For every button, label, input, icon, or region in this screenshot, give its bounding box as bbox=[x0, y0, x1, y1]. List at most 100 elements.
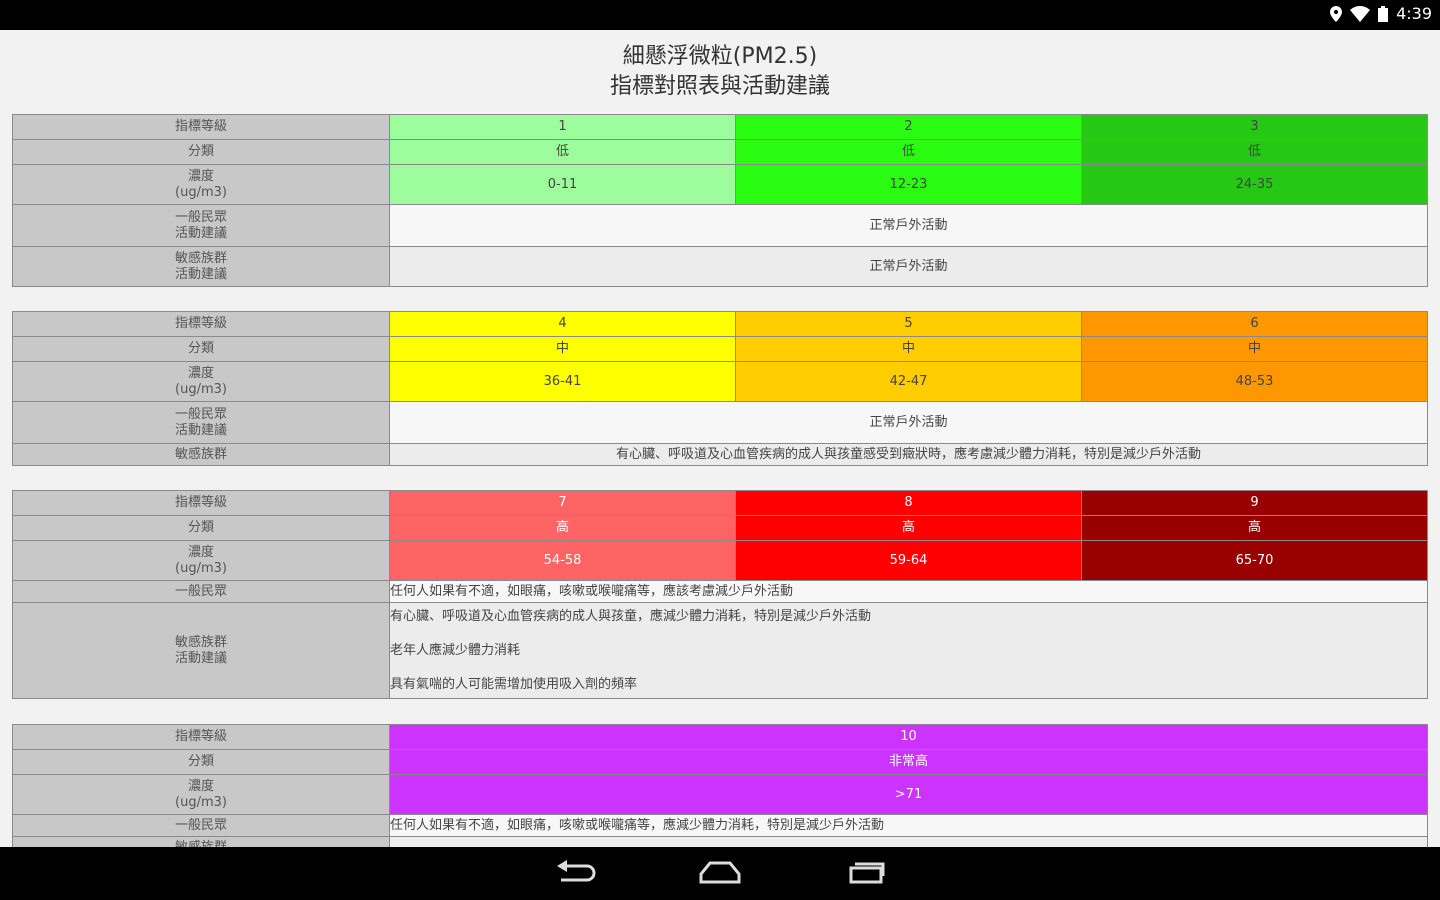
row-label-sensitive: 敏感族群 bbox=[12, 836, 390, 847]
category-cell: 高 bbox=[1081, 515, 1428, 541]
table-row: 一般民眾 活動建議 正常戶外活動 bbox=[12, 204, 1428, 247]
concentration-cell: 59-64 bbox=[735, 540, 1082, 581]
table-row: 指標等級 4 5 6 bbox=[12, 311, 1428, 337]
recents-icon bbox=[845, 860, 887, 888]
title-line-2: 指標對照表與活動建議 bbox=[609, 74, 830, 99]
category-cell: 中 bbox=[735, 336, 1082, 362]
table-row: 一般民眾 任何人如果有不適，如眼痛，咳嗽或喉嚨痛等，應減少體力消耗，特別是減少戶… bbox=[12, 814, 1428, 837]
recents-button[interactable] bbox=[842, 859, 890, 889]
general-advice: 任何人如果有不適，如眼痛，咳嗽或喉嚨痛等，應該考慮減少戶外活動 bbox=[389, 580, 1428, 603]
table-row: 分類 中 中 中 bbox=[12, 336, 1428, 362]
aqi-table-very-high: 指標等級 10 分類 非常高 濃度 (ug/m3) >71 一般民眾 任何人如果有… bbox=[12, 724, 1428, 847]
row-label-sensitive: 敏感族群 bbox=[12, 443, 390, 466]
row-label-level: 指標等級 bbox=[12, 724, 390, 750]
title-line-1: 細懸浮微粒(PM2.5) bbox=[622, 44, 818, 69]
level-cell: 10 bbox=[389, 724, 1428, 750]
row-label-concentration: 濃度 (ug/m3) bbox=[12, 361, 390, 402]
concentration-cell: 12-23 bbox=[735, 164, 1082, 205]
table-row: 敏感族群 bbox=[12, 836, 1428, 847]
home-icon bbox=[698, 860, 742, 888]
level-cell: 5 bbox=[735, 311, 1082, 337]
table-row: 分類 高 高 高 bbox=[12, 515, 1428, 541]
row-label-concentration: 濃度 (ug/m3) bbox=[12, 164, 390, 205]
row-label-concentration: 濃度 (ug/m3) bbox=[12, 774, 390, 815]
battery-icon bbox=[1378, 5, 1389, 22]
aqi-table-low: 指標等級 1 2 3 分類 低 低 低 濃度 (ug/m3) 0-11 12-23… bbox=[12, 114, 1428, 287]
row-label-level: 指標等級 bbox=[12, 490, 390, 516]
aqi-table-high: 指標等級 7 8 9 分類 高 高 高 濃度 (ug/m3) 54-58 59-6… bbox=[12, 490, 1428, 699]
sensitive-advice-line: 老年人應減少體力消耗 bbox=[390, 642, 521, 658]
navigation-bar bbox=[0, 847, 1440, 900]
aqi-table-medium: 指標等級 4 5 6 分類 中 中 中 濃度 (ug/m3) 36-41 42-4… bbox=[12, 311, 1428, 466]
back-button[interactable] bbox=[552, 859, 600, 889]
category-cell: 高 bbox=[735, 515, 1082, 541]
category-cell: 非常高 bbox=[389, 749, 1428, 775]
sensitive-advice bbox=[389, 836, 1428, 847]
general-advice: 正常戶外活動 bbox=[389, 204, 1428, 247]
row-label-category: 分類 bbox=[12, 515, 390, 541]
level-cell: 1 bbox=[389, 114, 736, 140]
table-row: 一般民眾 任何人如果有不適，如眼痛，咳嗽或喉嚨痛等，應該考慮減少戶外活動 bbox=[12, 580, 1428, 603]
sensitive-advice-line: 具有氣喘的人可能需增加使用吸入劑的頻率 bbox=[390, 676, 638, 692]
wifi-icon bbox=[1350, 5, 1371, 22]
category-cell: 中 bbox=[1081, 336, 1428, 362]
row-label-sensitive: 敏感族群 活動建議 bbox=[12, 246, 390, 287]
row-label-level: 指標等級 bbox=[12, 311, 390, 337]
row-label-concentration: 濃度 (ug/m3) bbox=[12, 540, 390, 581]
page-title: 細懸浮微粒(PM2.5) 指標對照表與活動建議 bbox=[0, 42, 1440, 102]
row-label-general: 一般民眾 活動建議 bbox=[12, 401, 390, 444]
table-row: 一般民眾 活動建議 正常戶外活動 bbox=[12, 401, 1428, 444]
table-row: 指標等級 7 8 9 bbox=[12, 490, 1428, 516]
category-cell: 低 bbox=[735, 139, 1082, 165]
row-label-level: 指標等級 bbox=[12, 114, 390, 140]
row-label-sensitive: 敏感族群 活動建議 bbox=[12, 602, 390, 699]
category-cell: 中 bbox=[389, 336, 736, 362]
table-row: 分類 非常高 bbox=[12, 749, 1428, 775]
concentration-cell: 65-70 bbox=[1081, 540, 1428, 581]
table-row: 濃度 (ug/m3) 54-58 59-64 65-70 bbox=[12, 540, 1428, 581]
table-row: 濃度 (ug/m3) 36-41 42-47 48-53 bbox=[12, 361, 1428, 402]
general-advice: 任何人如果有不適，如眼痛，咳嗽或喉嚨痛等，應減少體力消耗，特別是減少戶外活動 bbox=[389, 814, 1428, 837]
category-cell: 低 bbox=[389, 139, 736, 165]
level-cell: 2 bbox=[735, 114, 1082, 140]
row-label-category: 分類 bbox=[12, 749, 390, 775]
row-label-category: 分類 bbox=[12, 139, 390, 165]
location-icon bbox=[1330, 5, 1343, 22]
level-cell: 4 bbox=[389, 311, 736, 337]
concentration-cell: 48-53 bbox=[1081, 361, 1428, 402]
table-row: 敏感族群 有心臟、呼吸道及心血管疾病的成人與孩童感受到癥狀時，應考慮減少體力消耗… bbox=[12, 443, 1428, 466]
level-cell: 6 bbox=[1081, 311, 1428, 337]
status-bar: 4:39 bbox=[0, 0, 1440, 30]
concentration-cell: 0-11 bbox=[389, 164, 736, 205]
category-cell: 低 bbox=[1081, 139, 1428, 165]
concentration-cell: 24-35 bbox=[1081, 164, 1428, 205]
sensitive-advice: 正常戶外活動 bbox=[389, 246, 1428, 287]
table-row: 敏感族群 活動建議 正常戶外活動 bbox=[12, 246, 1428, 287]
concentration-cell: >71 bbox=[389, 774, 1428, 815]
level-cell: 8 bbox=[735, 490, 1082, 516]
concentration-cell: 36-41 bbox=[389, 361, 736, 402]
table-row: 指標等級 1 2 3 bbox=[12, 114, 1428, 140]
row-label-general: 一般民眾 活動建議 bbox=[12, 204, 390, 247]
sensitive-advice: 有心臟、呼吸道及心血管疾病的成人與孩童感受到癥狀時，應考慮減少體力消耗，特別是減… bbox=[389, 443, 1428, 466]
level-cell: 7 bbox=[389, 490, 736, 516]
general-advice: 正常戶外活動 bbox=[389, 401, 1428, 444]
level-cell: 9 bbox=[1081, 490, 1428, 516]
table-row: 分類 低 低 低 bbox=[12, 139, 1428, 165]
home-button[interactable] bbox=[696, 859, 744, 889]
table-row: 濃度 (ug/m3) 0-11 12-23 24-35 bbox=[12, 164, 1428, 205]
level-cell: 3 bbox=[1081, 114, 1428, 140]
concentration-cell: 54-58 bbox=[389, 540, 736, 581]
category-cell: 高 bbox=[389, 515, 736, 541]
table-row: 指標等級 10 bbox=[12, 724, 1428, 750]
back-icon bbox=[555, 860, 597, 888]
content-area[interactable]: 細懸浮微粒(PM2.5) 指標對照表與活動建議 指標等級 1 2 3 分類 低 … bbox=[0, 30, 1440, 847]
table-row: 敏感族群 活動建議 有心臟、呼吸道及心血管疾病的成人與孩童，應減少體力消耗，特別是… bbox=[12, 602, 1428, 699]
table-row: 濃度 (ug/m3) >71 bbox=[12, 774, 1428, 815]
row-label-category: 分類 bbox=[12, 336, 390, 362]
concentration-cell: 42-47 bbox=[735, 361, 1082, 402]
status-time: 4:39 bbox=[1396, 4, 1432, 23]
sensitive-advice-line: 有心臟、呼吸道及心血管疾病的成人與孩童，應減少體力消耗，特別是減少戶外活動 bbox=[390, 608, 872, 624]
sensitive-advice: 有心臟、呼吸道及心血管疾病的成人與孩童，應減少體力消耗，特別是減少戶外活動 老年… bbox=[389, 602, 1428, 699]
row-label-general: 一般民眾 bbox=[12, 814, 390, 837]
